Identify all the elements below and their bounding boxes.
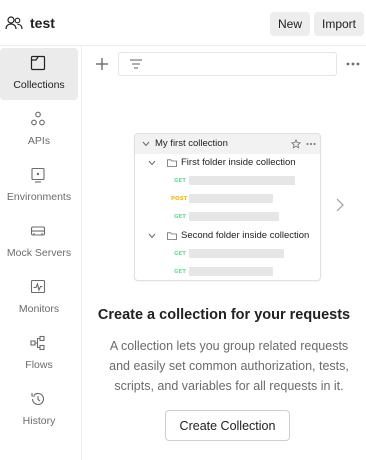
flows-icon	[30, 335, 45, 351]
chevron-down-icon	[148, 233, 156, 239]
app-header: test New Import	[0, 0, 366, 46]
monitors-icon	[30, 279, 46, 294]
apis-icon	[31, 111, 45, 126]
more-icon[interactable]	[345, 60, 361, 68]
illustration-folder-name: Second folder inside collection	[181, 230, 310, 241]
sidebar-item-label: History	[22, 415, 56, 427]
illustration-folder-name: First folder inside collection	[181, 157, 296, 168]
empty-state-description: A collection lets you group related requ…	[109, 339, 349, 393]
sidebar: Collections APIs Environments Mock Serve…	[0, 46, 82, 460]
new-button[interactable]: New	[270, 12, 310, 36]
sidebar-item-label: APIs	[27, 135, 51, 147]
illustration-collection-name: My first collection	[155, 138, 228, 149]
chevron-down-icon	[142, 141, 150, 147]
filter-input[interactable]	[118, 52, 337, 76]
request-placeholder	[189, 267, 273, 276]
filter-icon	[130, 59, 142, 69]
environments-icon	[31, 167, 45, 183]
request-placeholder	[189, 176, 295, 185]
request-placeholder	[189, 212, 279, 221]
create-collection-button[interactable]: Create Collection	[165, 410, 290, 441]
plus-icon[interactable]	[92, 54, 112, 74]
mock-servers-icon	[30, 226, 46, 236]
sidebar-item-label: Environments	[6, 191, 72, 203]
sidebar-item-label: Flows	[25, 359, 53, 371]
request-method: GET	[174, 269, 187, 275]
chevron-down-icon	[148, 160, 156, 166]
sidebar-item-apis[interactable]: APIs	[0, 104, 78, 156]
folder-icon	[167, 159, 177, 167]
sidebar-item-flows[interactable]: Flows	[0, 328, 78, 380]
request-placeholder	[189, 194, 273, 203]
request-method: POST	[171, 196, 188, 202]
import-button[interactable]: Import	[314, 12, 364, 36]
sidebar-item-label: Monitors	[18, 303, 60, 315]
sidebar-item-label: Mock Servers	[6, 247, 72, 259]
chevron-right-icon[interactable]	[335, 197, 345, 213]
request-method: GET	[174, 214, 187, 220]
star-icon	[291, 139, 301, 149]
history-icon	[31, 392, 45, 405]
sidebar-item-environments[interactable]: Environments	[0, 160, 78, 212]
sidebar-item-history[interactable]: History	[0, 384, 78, 436]
collections-icon	[30, 55, 46, 71]
sidebar-item-monitors[interactable]: Monitors	[0, 272, 78, 324]
sidebar-item-mock-servers[interactable]: Mock Servers	[0, 216, 78, 268]
request-method: GET	[174, 251, 187, 257]
sidebar-item-label: Collections	[13, 79, 65, 91]
request-placeholder	[189, 249, 284, 258]
team-icon	[5, 16, 23, 30]
folder-icon	[167, 232, 177, 240]
request-method: GET	[174, 178, 187, 184]
sidebar-item-collections[interactable]: Collections	[0, 48, 78, 100]
empty-state-title: Create a collection for your requests	[97, 307, 351, 323]
workspace-name[interactable]: test	[30, 15, 55, 31]
more-icon	[306, 143, 316, 145]
collection-illustration: My first collection First folder inside …	[134, 133, 321, 281]
